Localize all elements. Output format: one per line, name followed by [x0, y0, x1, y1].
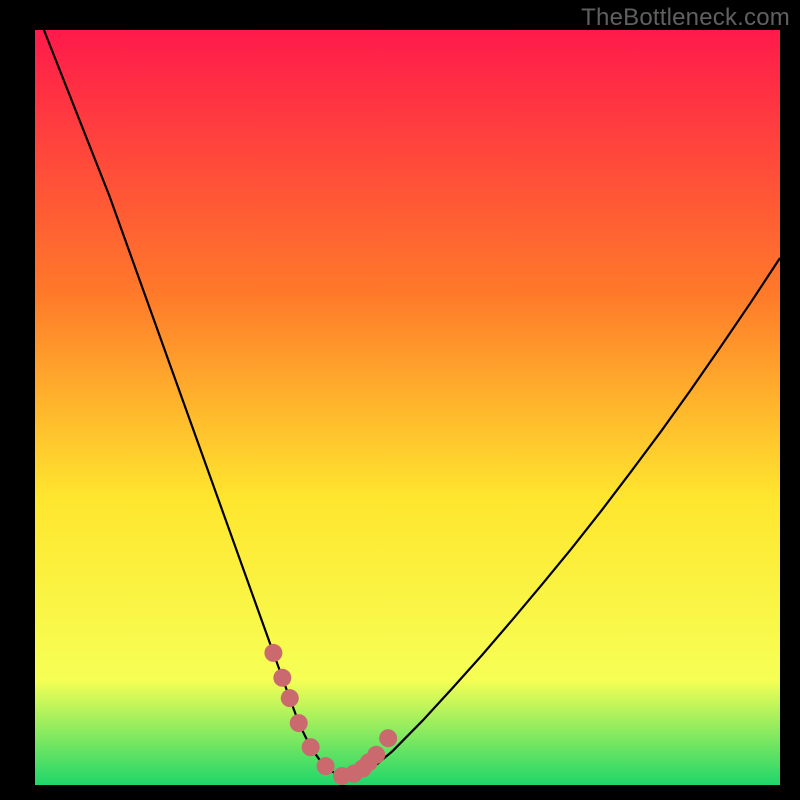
highlight-dot [379, 729, 397, 747]
watermark-text: TheBottleneck.com [581, 4, 790, 32]
bottleneck-chart [0, 0, 800, 800]
highlight-dot [273, 669, 291, 687]
chart-stage: TheBottleneck.com [0, 0, 800, 800]
highlight-dot [367, 746, 385, 764]
highlight-dot [317, 757, 335, 775]
highlight-dot [302, 738, 320, 756]
highlight-dot [264, 644, 282, 662]
highlight-dot [281, 689, 299, 707]
highlight-dot [290, 714, 308, 732]
plot-area [35, 30, 780, 785]
